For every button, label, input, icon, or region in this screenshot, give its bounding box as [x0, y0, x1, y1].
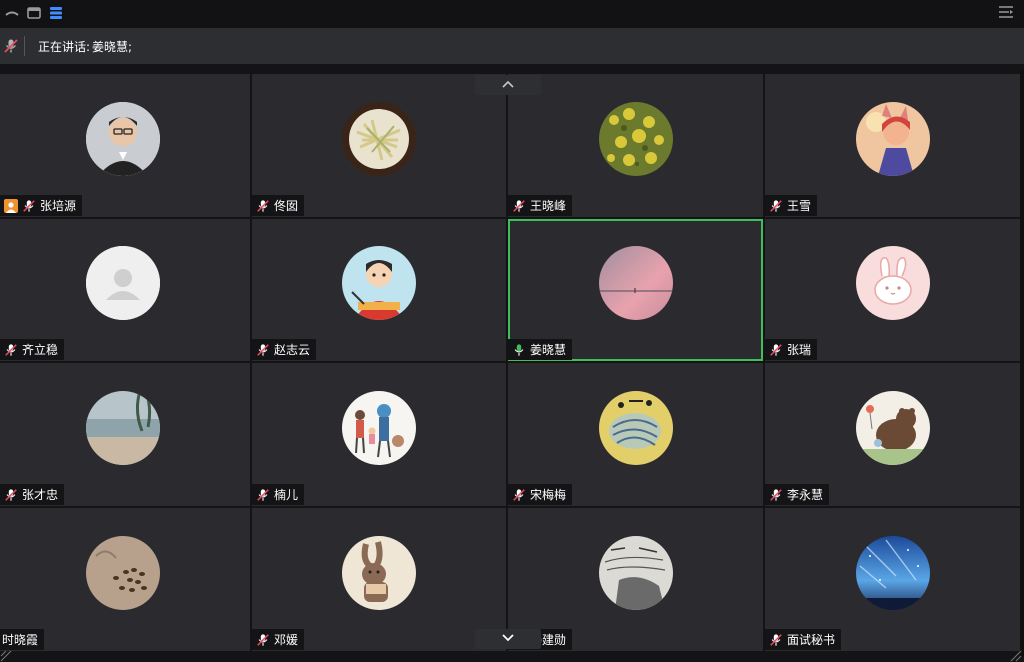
mic-muted-icon — [5, 488, 17, 501]
nameplate: 邓媛 — [252, 629, 305, 650]
avatar-bear-icon — [856, 391, 930, 465]
participant-name: 张才忠 — [22, 488, 59, 502]
avatar-bunny-icon — [856, 246, 930, 320]
minimize-icon[interactable] — [4, 6, 20, 20]
participant-name: 楠儿 — [274, 488, 299, 502]
nameplate: 张瑞 — [765, 339, 818, 360]
avatar-photo-man-icon — [86, 102, 160, 176]
avatar-sketch-icon — [599, 536, 673, 610]
participant-name: 李永慧 — [787, 488, 824, 502]
participant-tile[interactable]: 赵志云 — [252, 219, 506, 361]
mic-muted-icon — [513, 199, 525, 212]
participant-tile[interactable]: 姜建勋 — [508, 508, 763, 651]
nameplate: 赵志云 — [252, 339, 317, 360]
mic-muted-icon — [257, 633, 269, 646]
scrollbar[interactable] — [1020, 70, 1024, 656]
nameplate: 齐立稳 — [0, 339, 65, 360]
nameplate: 李永慧 — [765, 484, 830, 505]
participant-tile[interactable]: 李永慧 — [765, 363, 1020, 506]
mic-muted-icon — [770, 343, 782, 356]
speaking-name: 姜晓慧; — [92, 40, 133, 54]
avatar-cartoon-girl-icon — [856, 102, 930, 176]
participant-tile[interactable]: 时晓霞 — [0, 508, 250, 651]
participant-tile[interactable]: 张瑞 — [765, 219, 1020, 361]
participant-tile[interactable]: 宋梅梅 — [508, 363, 763, 506]
mic-muted-icon — [770, 633, 782, 646]
nameplate: 姜晓慧 — [508, 339, 573, 360]
participant-name: 齐立稳 — [22, 343, 59, 357]
participant-tile[interactable]: 王晓峰 — [508, 74, 763, 217]
nameplate: 楠儿 — [252, 484, 305, 505]
participant-tile[interactable]: 楠儿 — [252, 363, 506, 506]
participant-tile-active-speaker[interactable]: 姜晓慧 — [508, 219, 763, 361]
resize-handle-icon[interactable] — [0, 650, 12, 662]
menu-icon[interactable] — [998, 5, 1014, 19]
avatar-night-sky-icon — [856, 536, 930, 610]
mic-muted-icon — [770, 199, 782, 212]
gallery-view-icon[interactable] — [48, 6, 64, 20]
participant-tile[interactable]: 张培源 — [0, 74, 250, 217]
avatar-beans-icon — [86, 536, 160, 610]
page-down-button[interactable] — [475, 629, 541, 649]
resize-handle-icon[interactable] — [1010, 650, 1022, 662]
participant-name: 王雪 — [787, 199, 812, 213]
participant-tile[interactable]: 齐立稳 — [0, 219, 250, 361]
avatar-family-icon — [342, 391, 416, 465]
nameplate: 张才忠 — [0, 484, 65, 505]
nameplate: 王雪 — [765, 195, 818, 216]
avatar-food-icon — [342, 102, 416, 176]
participant-name: 张培源 — [40, 199, 77, 213]
mic-muted-icon[interactable] — [3, 38, 19, 54]
mic-muted-icon — [5, 343, 17, 356]
participant-name: 王晓峰 — [530, 199, 567, 213]
participant-name: 时晓霞 — [2, 633, 39, 647]
avatar-cartoon-boy-icon — [342, 246, 416, 320]
divider — [24, 36, 25, 56]
chevron-up-icon — [502, 80, 514, 88]
mic-on-icon — [514, 343, 524, 356]
mic-muted-icon — [257, 199, 269, 212]
participant-name: 佟囡 — [274, 199, 299, 213]
mic-muted-icon — [513, 488, 525, 501]
window-icon[interactable] — [26, 6, 42, 20]
nameplate: 佟囡 — [252, 195, 305, 216]
avatar-beach-icon — [86, 391, 160, 465]
avatar-default-user-icon — [86, 246, 160, 320]
mic-muted-icon — [770, 488, 782, 501]
nameplate: 宋梅梅 — [508, 484, 573, 505]
video-grid: 张培源 佟囡 王晓峰 王雪 齐立稳 赵志云 姜晓慧 张瑞 张才忠 楠儿 宋梅梅 … — [0, 64, 1024, 662]
mic-muted-icon — [23, 199, 35, 212]
participant-name: 张瑞 — [787, 343, 812, 357]
participant-name: 面试秘书 — [787, 633, 836, 647]
avatar-pink-sky-icon — [599, 246, 673, 320]
avatar-yellow-flowers-icon — [599, 102, 673, 176]
avatar-rabbit-icon — [342, 536, 416, 610]
nameplate: 张培源 — [0, 195, 83, 216]
nameplate: 时晓霞 — [0, 629, 45, 650]
participant-tile[interactable]: 邓媛 — [252, 508, 506, 651]
participant-name: 赵志云 — [274, 343, 311, 357]
speaking-indicator-bar: 正在讲话: 姜晓慧; — [0, 28, 1024, 86]
nameplate: 面试秘书 — [765, 629, 842, 650]
nameplate: 王晓峰 — [508, 195, 573, 216]
avatar-painting-icon — [599, 391, 673, 465]
host-badge-icon — [4, 198, 18, 213]
participant-name: 邓媛 — [274, 633, 299, 647]
participant-tile[interactable]: 佟囡 — [252, 74, 506, 217]
participant-tile[interactable]: 面试秘书 — [765, 508, 1020, 651]
mic-muted-icon — [257, 488, 269, 501]
participant-name: 姜晓慧 — [530, 343, 567, 357]
speaking-label: 正在讲话: — [38, 40, 91, 54]
chevron-down-icon — [502, 634, 514, 642]
mic-muted-icon — [257, 343, 269, 356]
participant-tile[interactable]: 王雪 — [765, 74, 1020, 217]
window-titlebar — [0, 0, 1024, 28]
page-up-button[interactable] — [475, 75, 541, 95]
participant-tile[interactable]: 张才忠 — [0, 363, 250, 506]
participant-name: 宋梅梅 — [530, 488, 567, 502]
